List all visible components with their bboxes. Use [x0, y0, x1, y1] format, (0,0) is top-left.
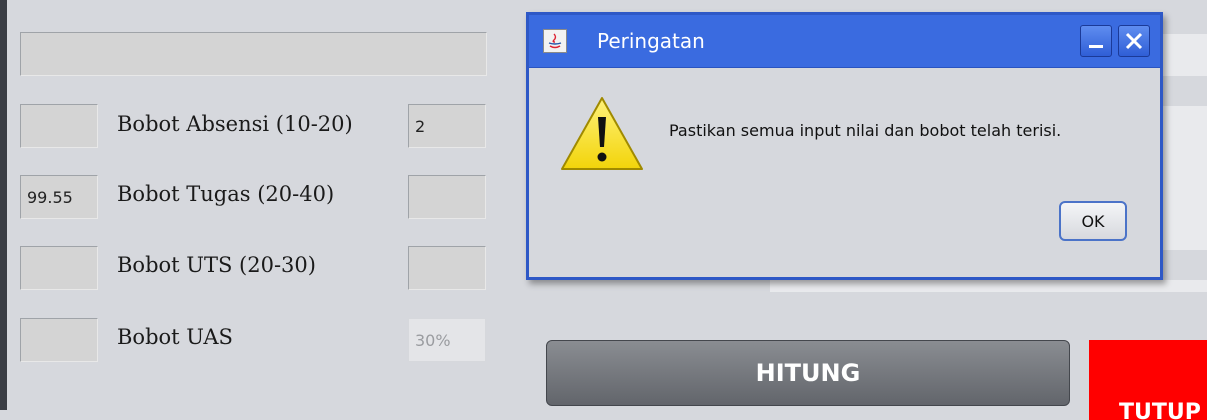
hitung-button[interactable]: HITUNG — [546, 340, 1070, 406]
tugas-label: Bobot Tugas (20-40) — [117, 182, 335, 206]
right-panel-mid — [1163, 106, 1207, 250]
uas-weight-field: 30% — [408, 318, 486, 362]
absensi-score-field[interactable] — [20, 104, 98, 148]
tugas-weight-field[interactable] — [408, 175, 486, 219]
dialog-title: Peringatan — [597, 29, 705, 53]
tutup-button[interactable]: TUTUP — [1089, 340, 1207, 420]
uts-score-field[interactable] — [20, 246, 98, 290]
absensi-weight-field[interactable]: 2 — [408, 104, 486, 148]
uts-weight-field[interactable] — [408, 246, 486, 290]
tugas-score-field[interactable]: 99.55 — [20, 175, 98, 219]
right-panel-top — [1163, 34, 1207, 76]
window-border — [0, 0, 7, 410]
close-icon — [1125, 32, 1143, 50]
close-button[interactable] — [1118, 25, 1150, 57]
right-panel-bottom — [770, 280, 1207, 292]
absensi-label: Bobot Absensi (10-20) — [117, 112, 353, 136]
warning-icon — [561, 97, 643, 170]
uas-score-field[interactable] — [20, 318, 98, 362]
uas-label: Bobot UAS — [117, 325, 233, 349]
uts-label: Bobot UTS (20-30) — [117, 253, 316, 277]
dialog-message: Pastikan semua input nilai dan bobot tel… — [669, 121, 1062, 140]
minimize-icon — [1089, 45, 1103, 48]
java-app-icon — [543, 29, 567, 53]
ok-button[interactable]: OK — [1059, 201, 1127, 241]
warning-dialog: Peringatan Pastikan semua input nilai da… — [526, 12, 1163, 280]
minimize-button[interactable] — [1080, 25, 1112, 57]
dialog-titlebar[interactable]: Peringatan — [529, 15, 1160, 68]
top-field[interactable] — [20, 32, 487, 76]
